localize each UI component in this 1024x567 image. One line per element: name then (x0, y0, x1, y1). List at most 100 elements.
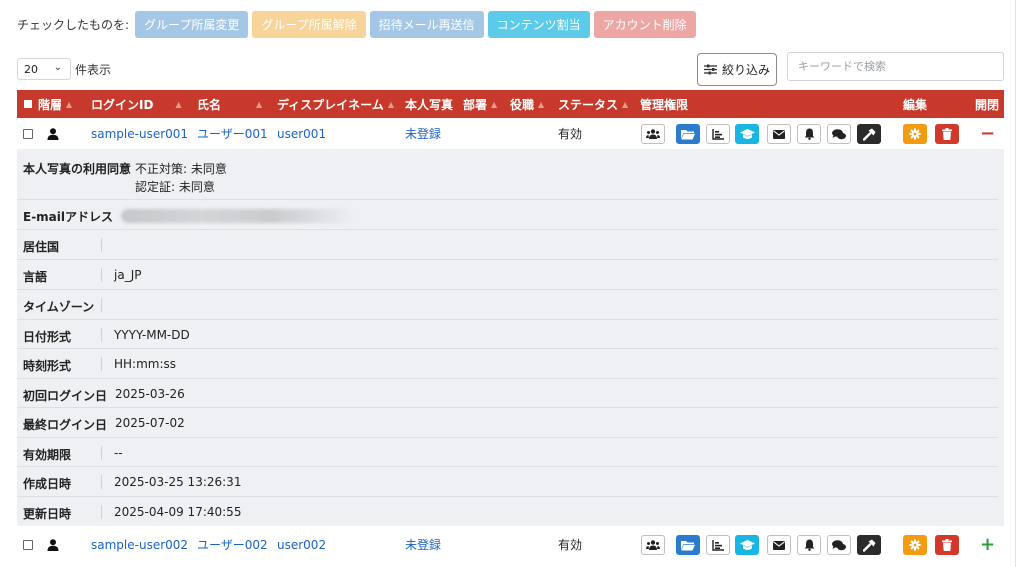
settings-button[interactable] (903, 124, 927, 144)
column-header-display-name[interactable]: ディスプレイネーム ▲ (277, 90, 394, 118)
detail-last-login: 最終ログイン日 2025-07-02 (17, 408, 998, 438)
delete-button[interactable] (935, 124, 959, 144)
column-header-expand: 開閉 (975, 97, 1000, 112)
detail-language: 言語 ja_JP (17, 260, 998, 290)
detail-created: 作成日時 2025-03-25 13:26:31 (17, 467, 998, 497)
per-page-value: 20 (24, 62, 38, 76)
column-header-photo: 本人写真 (405, 97, 454, 112)
display-name-link[interactable]: user001 (277, 118, 326, 149)
hammer-icon (862, 128, 875, 141)
detail-expiry: 有効期限 -- (17, 438, 998, 467)
sort-icon: ▲ (491, 99, 498, 109)
notification-button[interactable] (797, 535, 821, 555)
name-link[interactable]: ユーザー001 (197, 118, 268, 149)
admin-tools-button[interactable] (857, 535, 881, 555)
column-header-name[interactable]: 氏名 ▲ (197, 90, 262, 118)
mail-button[interactable] (767, 124, 791, 144)
assign-content-button[interactable]: コンテンツ割当 (487, 10, 590, 38)
trash-icon (942, 128, 952, 140)
sort-icon: ▲ (387, 99, 394, 109)
sort-icon: ▲ (538, 99, 545, 109)
email-redacted (121, 209, 353, 223)
comments-icon (832, 539, 846, 550)
detail-first-login: 初回ログイン日 2025-03-26 (17, 379, 998, 408)
column-header-department[interactable]: 部署 ▲ (463, 90, 497, 118)
name-link[interactable]: ユーザー002 (197, 529, 268, 560)
table-header: 階層 ▲ ログインID ▲ 氏名 ▲ ディスプレイネーム ▲ 本人写真 部署 ▲ 役職 ▲ … (17, 90, 1004, 118)
comments-icon (832, 128, 846, 139)
photo-status-link[interactable]: 未登録 (405, 118, 441, 149)
column-header-edit: 編集 (903, 97, 928, 112)
message-button[interactable] (827, 535, 851, 555)
column-header-admin: 管理権限 (640, 97, 689, 112)
trash-icon (942, 539, 952, 551)
detail-updated: 更新日時 2025-04-09 17:40:55 (23, 505, 242, 521)
expand-toggle[interactable]: + (980, 529, 995, 560)
per-page-select[interactable]: 20 ⌄ (17, 58, 71, 80)
chart-icon (712, 128, 724, 140)
folder-button[interactable] (676, 124, 700, 144)
display-name-link[interactable]: user002 (277, 529, 326, 560)
delete-button[interactable] (935, 535, 959, 555)
group-users-button[interactable] (641, 124, 665, 144)
folder-button[interactable] (676, 535, 700, 555)
detail-country: 居住国 (17, 230, 998, 260)
status-value: 有効 (558, 127, 583, 141)
sort-icon: ▲ (622, 99, 629, 109)
filter-button[interactable]: 絞り込み (697, 53, 777, 86)
group-users-button[interactable] (641, 535, 665, 555)
chart-icon (712, 539, 724, 551)
search-input[interactable] (787, 52, 1004, 81)
collapse-toggle[interactable]: − (980, 118, 995, 149)
select-all-checkbox[interactable] (24, 100, 32, 108)
settings-button[interactable] (903, 535, 927, 555)
table-row: sample-user001 ユーザー001 user001 未登録 有効 − (17, 118, 1004, 149)
detail-photo-consent: 本人写真の利用同意 不正対策: 未同意 認定証: 未同意 (17, 149, 998, 200)
column-header-login-id[interactable]: ログインID ▲ (91, 90, 182, 118)
bulk-actions-label: チェックしたものを: (17, 17, 130, 32)
detail-timezone: タイムゾーン (17, 290, 998, 320)
detail-date-format: 日付形式 YYYY-MM-DD (17, 320, 998, 349)
users-icon (646, 540, 660, 550)
users-icon (646, 129, 660, 139)
column-header-role[interactable]: 役職 ▲ (510, 90, 544, 118)
gear-icon (909, 539, 921, 551)
report-button[interactable] (706, 124, 730, 144)
course-button[interactable] (735, 535, 759, 555)
row-checkbox[interactable] (23, 118, 33, 149)
column-header-status[interactable]: ステータス ▲ (558, 90, 628, 118)
chevron-down-icon: ⌄ (53, 62, 62, 73)
sort-icon: ▲ (175, 99, 182, 109)
envelope-icon (773, 129, 785, 139)
bulk-actions-bar: チェックしたものを: グループ所属変更 グループ所属解除 招待メール再送信 コン… (17, 10, 700, 38)
user-detail-panel: 本人写真の利用同意 不正対策: 未同意 認定証: 未同意 E-mailアドレス … (17, 149, 1004, 526)
detail-email: E-mailアドレス (17, 200, 998, 230)
admin-tools-button[interactable] (857, 124, 881, 144)
folder-icon (681, 540, 695, 550)
envelope-icon (773, 540, 785, 550)
filter-label: 絞り込み (721, 63, 770, 77)
detail-time-format: 時刻形式 HH:mm:ss (17, 349, 998, 379)
delete-account-button[interactable]: アカウント削除 (593, 10, 696, 38)
message-button[interactable] (827, 124, 851, 144)
report-button[interactable] (706, 535, 730, 555)
user-icon (47, 529, 59, 560)
photo-status-link[interactable]: 未登録 (405, 529, 441, 560)
notification-button[interactable] (797, 124, 821, 144)
remove-group-button[interactable]: グループ所属解除 (252, 10, 366, 38)
sort-icon: ▲ (66, 99, 73, 109)
mail-button[interactable] (767, 535, 791, 555)
hammer-icon (862, 539, 875, 552)
login-id-link[interactable]: sample-user002 (91, 529, 188, 560)
row-checkbox[interactable] (23, 529, 33, 560)
per-page-suffix: 件表示 (75, 63, 112, 77)
login-id-link[interactable]: sample-user001 (91, 118, 188, 149)
sort-icon: ▲ (256, 99, 263, 109)
column-header-hierarchy[interactable]: 階層 ▲ (24, 90, 72, 118)
change-group-button[interactable]: グループ所属変更 (135, 10, 249, 38)
bell-icon (804, 539, 814, 551)
sliders-icon (703, 64, 717, 75)
graduation-cap-icon (739, 128, 755, 139)
course-button[interactable] (735, 124, 759, 144)
resend-invite-button[interactable]: 招待メール再送信 (369, 10, 484, 38)
